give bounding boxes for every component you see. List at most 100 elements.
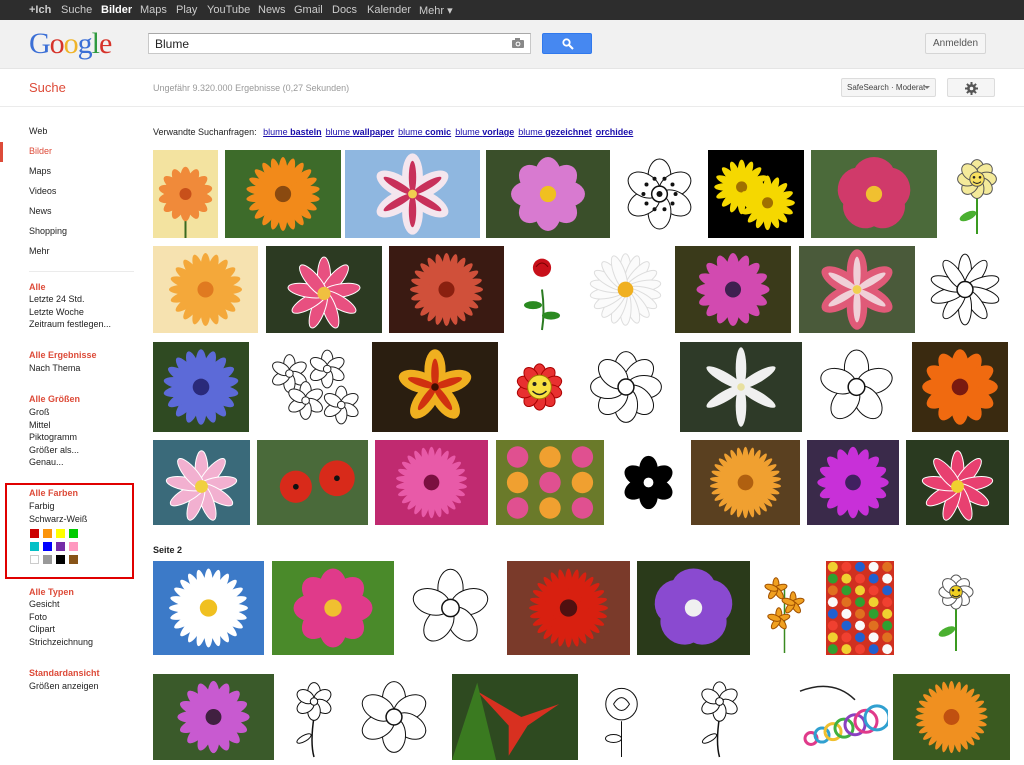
nav-item-news[interactable]: News [29, 206, 52, 216]
related-search-link[interactable]: blume wallpaper [326, 127, 395, 137]
image-result-thumbnail[interactable] [906, 440, 1009, 525]
filter-time-item[interactable]: Letzte 24 Std. [29, 294, 85, 304]
filter-type-item[interactable]: Clipart [29, 624, 55, 634]
image-result-thumbnail[interactable] [612, 440, 685, 525]
image-result-thumbnail[interactable] [807, 440, 899, 525]
image-result-thumbnail[interactable] [389, 246, 504, 333]
filter-type-all[interactable]: Alle Typen [29, 587, 74, 597]
image-result-thumbnail[interactable] [153, 246, 258, 333]
topbar-item-kalender[interactable]: Kalender [367, 4, 411, 16]
image-result-thumbnail[interactable] [680, 342, 802, 432]
image-result-thumbnail[interactable] [511, 246, 573, 333]
related-search-link[interactable]: blume vorlage [455, 127, 514, 137]
image-result-thumbnail[interactable] [583, 342, 669, 432]
color-swatch[interactable] [69, 529, 78, 538]
image-result-thumbnail[interactable] [372, 342, 498, 432]
image-result-thumbnail[interactable] [637, 561, 750, 655]
nav-item-videos[interactable]: Videos [29, 186, 56, 196]
topbar-item-news[interactable]: News [258, 4, 286, 16]
image-result-thumbnail[interactable] [153, 674, 274, 760]
filter-size-item[interactable]: Groß [29, 407, 50, 417]
image-result-thumbnail[interactable] [617, 150, 702, 238]
color-swatch[interactable] [69, 555, 78, 564]
google-logo[interactable]: Google [29, 29, 112, 59]
image-result-thumbnail[interactable] [893, 674, 1010, 760]
color-swatch[interactable] [56, 529, 65, 538]
image-result-thumbnail[interactable] [675, 246, 791, 333]
related-search-link[interactable]: blume basteln [263, 127, 322, 137]
related-search-link[interactable]: blume comic [398, 127, 451, 137]
search-input[interactable] [149, 34, 504, 53]
topbar-item-docs[interactable]: Docs [332, 4, 357, 16]
image-result-thumbnail[interactable] [375, 440, 488, 525]
color-swatch[interactable] [43, 555, 52, 564]
related-search-link[interactable]: orchidee [596, 127, 634, 137]
image-result-thumbnail[interactable] [496, 440, 604, 525]
search-button[interactable] [542, 33, 592, 54]
image-result-thumbnail[interactable] [583, 246, 668, 333]
image-result-thumbnail[interactable] [756, 561, 813, 655]
topbar-item-gmail[interactable]: Gmail [294, 4, 323, 16]
image-result-thumbnail[interactable] [225, 150, 341, 238]
image-result-thumbnail[interactable] [345, 150, 480, 238]
image-result-thumbnail[interactable] [402, 561, 499, 655]
color-swatch[interactable] [30, 542, 39, 551]
image-result-thumbnail[interactable] [506, 342, 573, 432]
color-swatch[interactable] [30, 529, 39, 538]
filter-size-item[interactable]: Genau... [29, 457, 64, 467]
image-result-thumbnail[interactable] [691, 440, 800, 525]
image-result-thumbnail[interactable] [808, 342, 905, 432]
filter-size-item[interactable]: Mittel [29, 420, 51, 430]
filter-results-all[interactable]: Alle Ergebnisse [29, 350, 97, 360]
image-result-thumbnail[interactable] [280, 674, 348, 760]
image-result-thumbnail[interactable] [507, 561, 630, 655]
filter-color-item[interactable]: Schwarz-Weiß [29, 514, 87, 524]
image-result-thumbnail[interactable] [257, 342, 365, 432]
image-result-thumbnail[interactable] [778, 674, 888, 760]
filter-color-all[interactable]: Alle Farben [29, 488, 78, 498]
color-swatch[interactable] [56, 555, 65, 564]
image-result-thumbnail[interactable] [153, 150, 218, 238]
color-swatch[interactable] [56, 542, 65, 551]
filter-type-item[interactable]: Strichzeichnung [29, 637, 93, 647]
color-swatch[interactable] [43, 529, 52, 538]
image-result-thumbnail[interactable] [912, 342, 1008, 432]
image-result-thumbnail[interactable] [927, 561, 985, 655]
related-search-link[interactable]: blume gezeichnet [518, 127, 592, 137]
image-result-thumbnail[interactable] [452, 674, 578, 760]
topbar-item-mehr[interactable]: Mehr ▾ [419, 4, 453, 17]
filter-time-all[interactable]: Alle [29, 282, 46, 292]
login-button[interactable]: Anmelden [925, 33, 986, 54]
topbar-item-ich[interactable]: +Ich [29, 4, 51, 16]
image-result-thumbnail[interactable] [153, 561, 264, 655]
image-result-thumbnail[interactable] [486, 150, 610, 238]
color-swatch[interactable] [30, 555, 39, 564]
image-result-thumbnail[interactable] [922, 246, 1008, 333]
image-result-thumbnail[interactable] [826, 561, 894, 655]
image-result-thumbnail[interactable] [266, 246, 382, 333]
image-result-thumbnail[interactable] [811, 150, 937, 238]
filter-size-item[interactable]: Piktogramm [29, 432, 77, 442]
nav-item-shopping[interactable]: Shopping [29, 226, 67, 236]
filter-size-item[interactable]: Größer als... [29, 445, 79, 455]
image-result-thumbnail[interactable] [584, 674, 659, 760]
nav-item-maps[interactable]: Maps [29, 166, 51, 176]
safesearch-dropdown[interactable]: SafeSearch · Moderat [841, 78, 936, 97]
camera-icon[interactable] [512, 38, 524, 48]
image-result-thumbnail[interactable] [153, 342, 249, 432]
image-result-thumbnail[interactable] [684, 674, 755, 760]
filter-type-item[interactable]: Gesicht [29, 599, 60, 609]
topbar-item-play[interactable]: Play [176, 4, 197, 16]
filter-time-item[interactable]: Zeitraum festlegen... [29, 319, 111, 329]
topbar-item-bilder[interactable]: Bilder [101, 4, 132, 16]
image-result-thumbnail[interactable] [153, 440, 250, 525]
filter-size-all[interactable]: Alle Größen [29, 394, 80, 404]
filter-view-item[interactable]: Größen anzeigen [29, 681, 99, 691]
topbar-item-youtube[interactable]: YouTube [207, 4, 250, 16]
color-swatch[interactable] [69, 542, 78, 551]
image-result-thumbnail[interactable] [944, 150, 1010, 238]
filter-color-item[interactable]: Farbig [29, 501, 55, 511]
color-swatch[interactable] [43, 542, 52, 551]
image-result-thumbnail[interactable] [257, 440, 368, 525]
nav-item-web[interactable]: Web [29, 126, 47, 136]
